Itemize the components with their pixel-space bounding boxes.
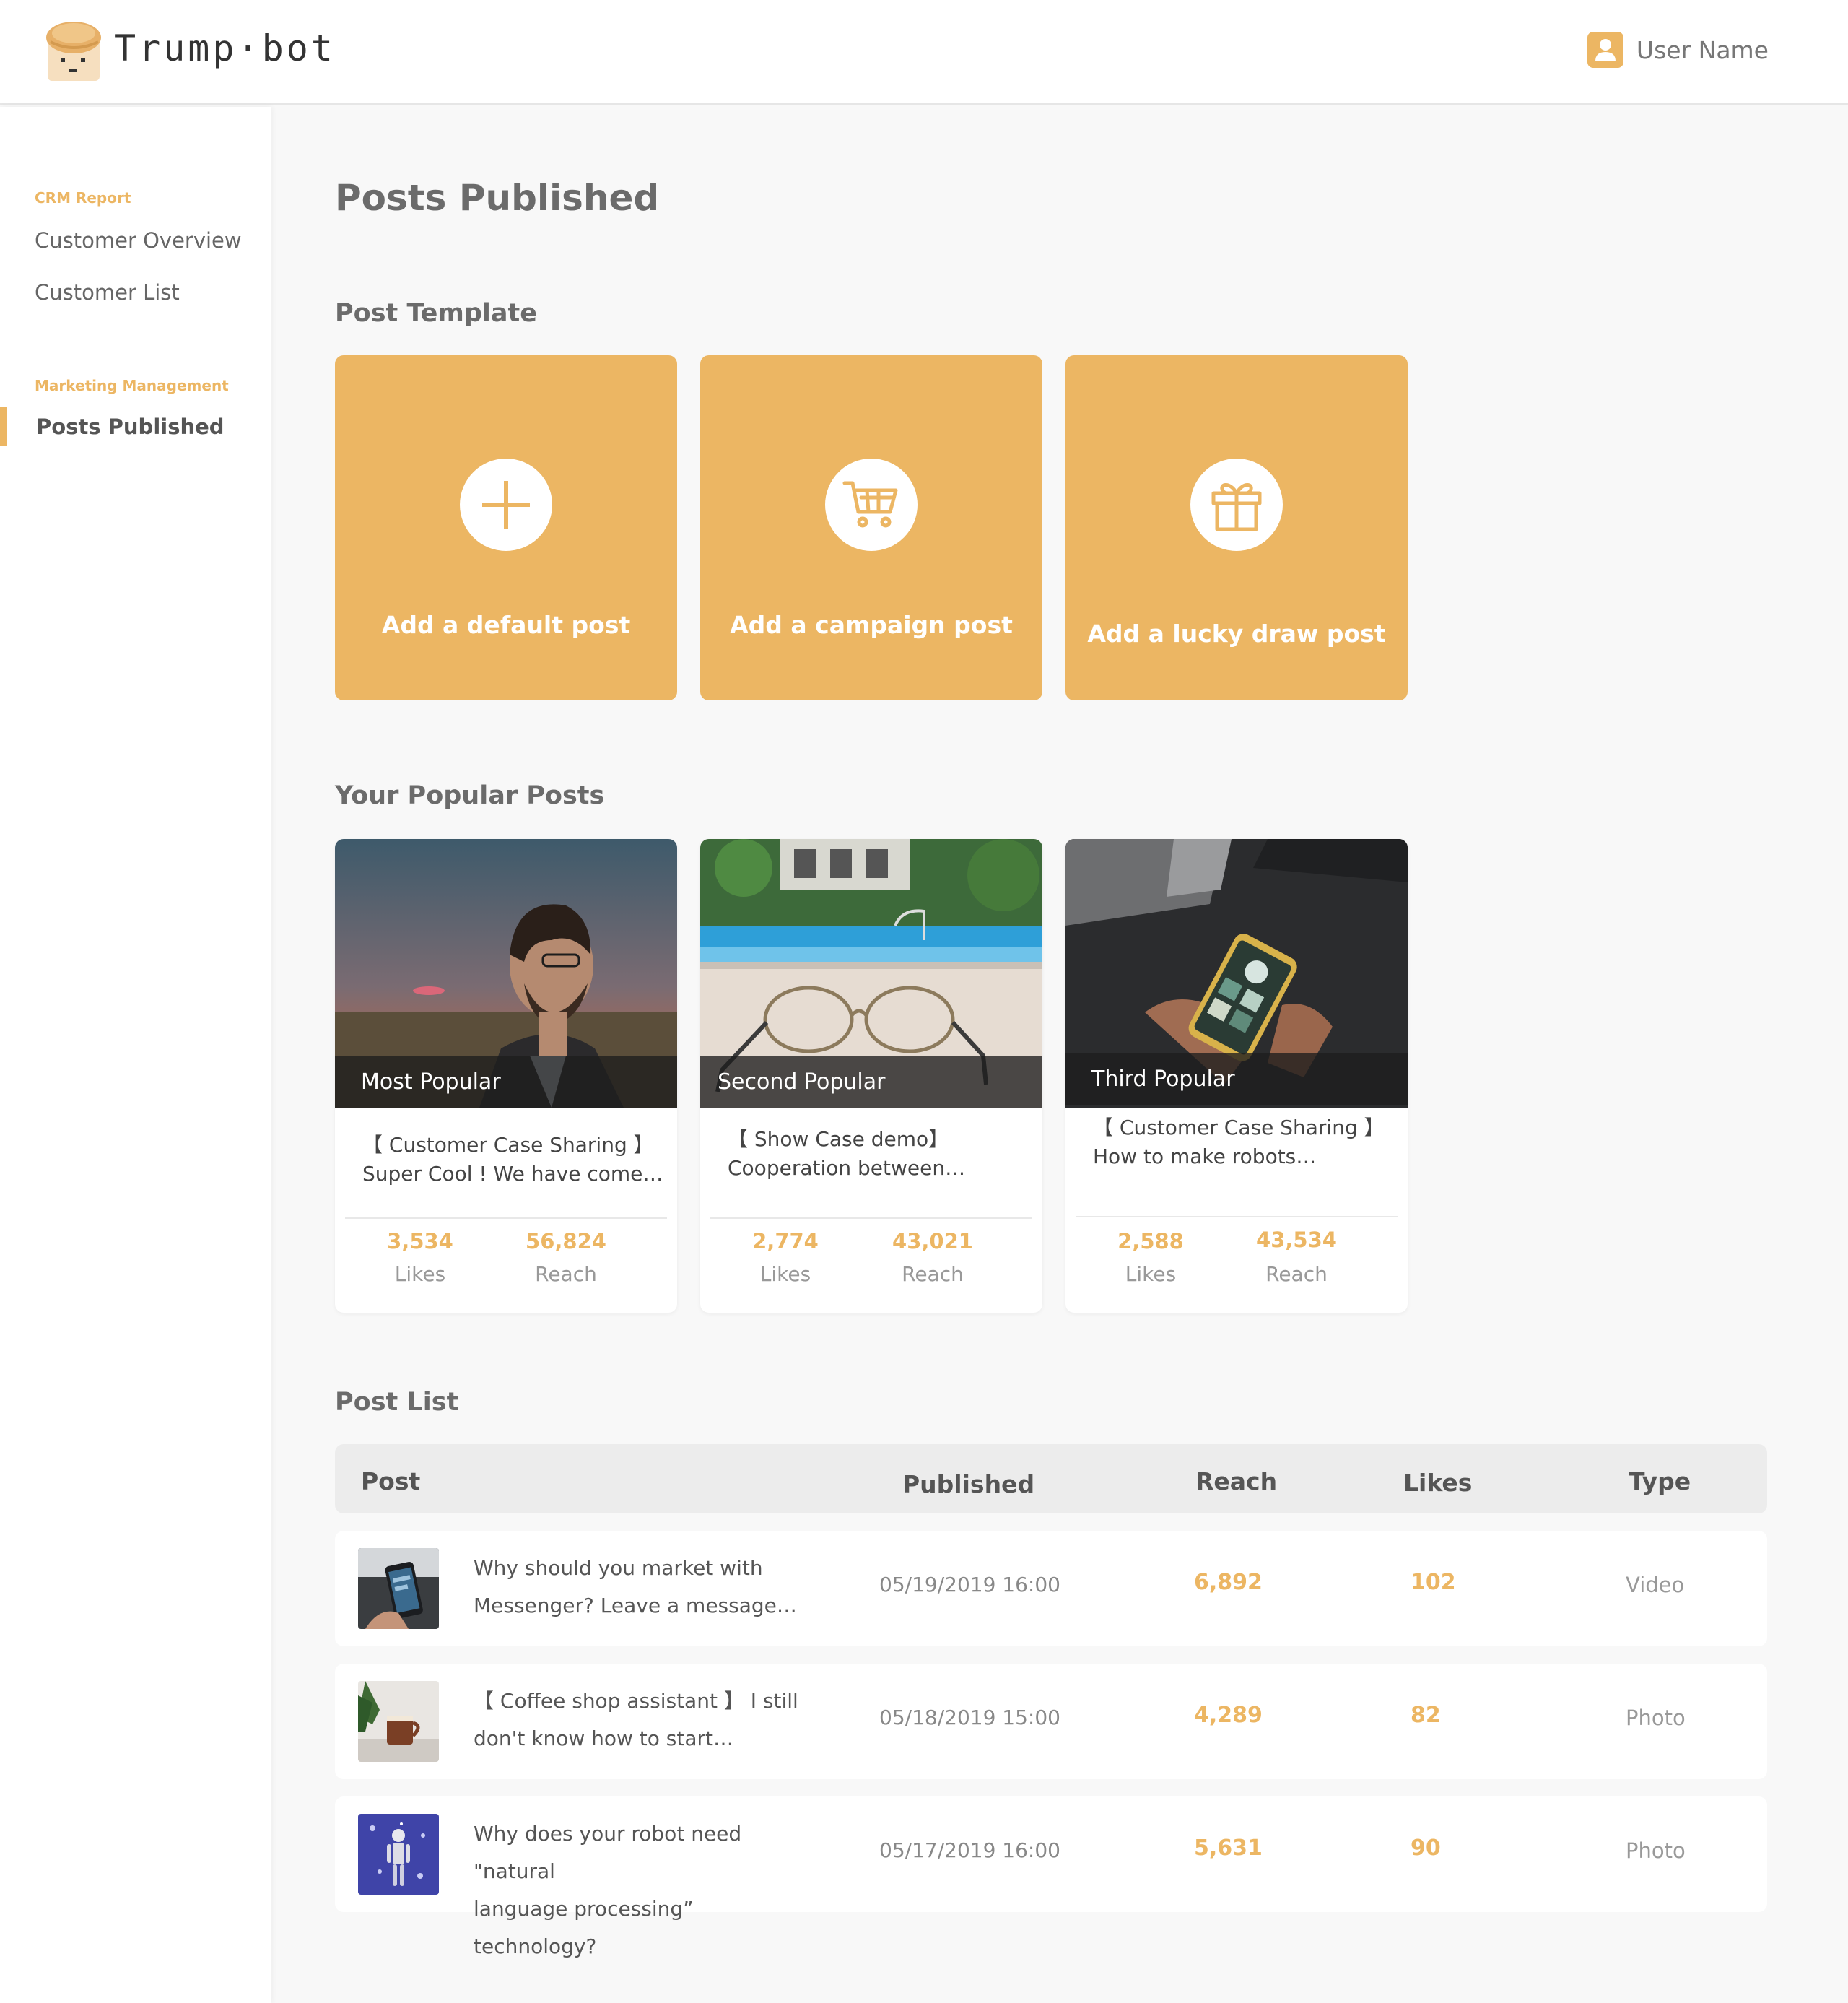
likes-label: Likes [1125, 1262, 1177, 1286]
type-value: Photo [1626, 1838, 1686, 1863]
published-date: 05/19/2019 16:00 [879, 1573, 1060, 1596]
type-value: Photo [1626, 1706, 1686, 1730]
brand-name[interactable]: Trump·bot [114, 27, 336, 69]
section-title-post-list: Post List [335, 1388, 459, 1417]
popular-post-excerpt: Super Cool ! We have come… [362, 1162, 663, 1186]
popular-rank-badge: Second Popular [700, 1056, 1042, 1108]
popular-post-card-3[interactable]: Third Popular 【 Customer Case Sharing 】 … [1065, 839, 1408, 1313]
post-text: Why does your robot need "natural langua… [474, 1815, 820, 1965]
cart-icon [825, 459, 918, 551]
reach-label: Reach [902, 1262, 964, 1286]
popular-post-title: 【 Customer Case Sharing 】 [1093, 1116, 1385, 1139]
reach-value: 4,289 [1194, 1703, 1263, 1728]
post-table-header: Post Published Reach Likes Type [335, 1444, 1767, 1513]
table-row[interactable]: 【 Coffee shop assistant 】 I still don't … [335, 1664, 1767, 1779]
post-text-line-1: 【 Coffee shop assistant 】 I still [474, 1689, 798, 1713]
type-value: Video [1626, 1573, 1685, 1597]
popular-reach-count: 43,534 [1256, 1228, 1337, 1252]
published-date: 05/17/2019 16:00 [879, 1838, 1060, 1862]
column-header-reach[interactable]: Reach [1195, 1467, 1277, 1495]
reach-label: Reach [535, 1262, 597, 1286]
likes-value: 90 [1411, 1835, 1441, 1861]
add-default-post-label: Add a default post [381, 611, 631, 639]
add-campaign-post-label: Add a campaign post [730, 611, 1013, 639]
popular-reach-count: 43,021 [892, 1229, 973, 1253]
post-text-line-1: Why does your robot need "natural [474, 1822, 742, 1883]
card-divider [345, 1217, 667, 1219]
popular-post-excerpt: How to make robots… [1093, 1144, 1317, 1168]
likes-value: 102 [1411, 1570, 1456, 1595]
popular-likes-count: 2,588 [1117, 1229, 1184, 1253]
card-divider [1076, 1216, 1398, 1217]
post-text: Why should you market with Messenger? Le… [474, 1550, 820, 1625]
user-avatar-icon[interactable] [1587, 32, 1623, 68]
likes-label: Likes [394, 1262, 446, 1286]
plus-icon [460, 459, 552, 551]
reach-label: Reach [1265, 1262, 1328, 1286]
robot-logo-icon[interactable] [43, 20, 104, 82]
likes-value: 82 [1411, 1703, 1441, 1728]
top-header: Trump·bot User Name [0, 0, 1848, 105]
popular-likes-count: 2,774 [752, 1229, 819, 1253]
user-name[interactable]: User Name [1636, 36, 1769, 64]
post-text-line-2: Messenger? Leave a message… [474, 1594, 797, 1617]
column-header-likes[interactable]: Likes [1403, 1469, 1472, 1497]
popular-post-excerpt: Cooperation between… [728, 1156, 966, 1180]
published-date: 05/18/2019 15:00 [879, 1706, 1060, 1729]
post-text-line-1: Why should you market with [474, 1556, 763, 1580]
post-thumbnail-coffee [358, 1681, 439, 1762]
add-lucky-draw-post-card[interactable]: Add a lucky draw post [1065, 355, 1408, 700]
section-title-popular-posts: Your Popular Posts [335, 781, 605, 810]
popular-post-card-1[interactable]: Most Popular 【 Customer Case Sharing 】 S… [335, 839, 677, 1313]
active-indicator [0, 407, 7, 446]
card-divider [710, 1217, 1032, 1219]
gift-icon [1190, 459, 1283, 551]
nav-group-crm-report: CRM Report [35, 189, 131, 207]
sidebar-item-posts-published[interactable]: Posts Published [36, 414, 225, 439]
reach-value: 5,631 [1194, 1835, 1263, 1861]
column-header-type[interactable]: Type [1629, 1467, 1691, 1495]
column-header-published[interactable]: Published [902, 1470, 1034, 1498]
popular-reach-count: 56,824 [526, 1229, 606, 1253]
post-text: 【 Coffee shop assistant 】 I still don't … [474, 1682, 820, 1757]
sidebar-item-customer-list[interactable]: Customer List [35, 280, 180, 305]
page-title: Posts Published [335, 177, 660, 219]
table-row[interactable]: Why does your robot need "natural langua… [335, 1796, 1767, 1958]
popular-likes-count: 3,534 [387, 1229, 453, 1253]
popular-post-card-2[interactable]: Second Popular 【 Show Case demo】 Coopera… [700, 839, 1042, 1313]
add-campaign-post-card[interactable]: Add a campaign post [700, 355, 1042, 700]
popular-post-title: 【 Show Case demo】 [728, 1127, 949, 1151]
section-title-post-template: Post Template [335, 299, 538, 328]
likes-label: Likes [759, 1262, 811, 1286]
sidebar: CRM Report Customer Overview Customer Li… [0, 107, 271, 2003]
popular-post-title: 【 Customer Case Sharing 】 [362, 1133, 654, 1157]
user-menu[interactable]: User Name [1587, 32, 1769, 68]
reach-value: 6,892 [1194, 1570, 1263, 1595]
add-default-post-card[interactable]: Add a default post [335, 355, 677, 700]
sidebar-item-customer-overview[interactable]: Customer Overview [35, 228, 242, 253]
popular-rank-badge: Most Popular [335, 1056, 677, 1108]
post-thumbnail-phone [358, 1548, 439, 1629]
post-thumbnail-robot [358, 1814, 439, 1895]
post-text-line-2: don't know how to start… [474, 1726, 734, 1750]
add-lucky-draw-post-label: Add a lucky draw post [1087, 620, 1386, 648]
nav-group-marketing-management: Marketing Management [35, 377, 229, 394]
column-header-post[interactable]: Post [361, 1467, 420, 1495]
table-row[interactable]: Why should you market with Messenger? Le… [335, 1531, 1767, 1646]
popular-rank-badge: Third Popular [1065, 1053, 1408, 1105]
post-text-line-2: language processing” technology? [474, 1897, 694, 1958]
